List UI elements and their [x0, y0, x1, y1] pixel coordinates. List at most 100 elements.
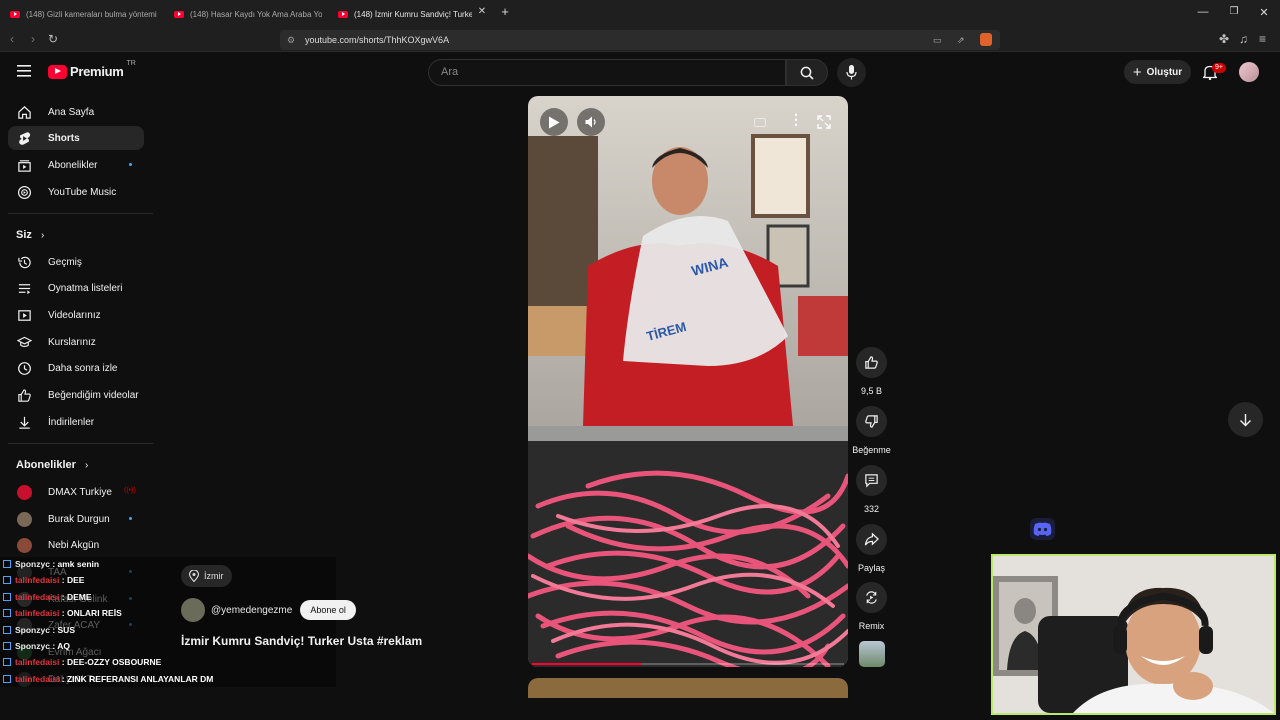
chat-message: talinfedaisi : DEE [3, 575, 84, 585]
extensions-icon[interactable]: ✤ [1219, 33, 1229, 45]
tab-title: (148) Gizli kameraları bulma yöntemi [26, 9, 157, 19]
next-short-button[interactable] [1228, 402, 1263, 437]
chat-platform-icon [3, 609, 11, 617]
minimize-icon[interactable]: — [1195, 6, 1211, 18]
sidebar-item-label: Daha sonra izle [48, 362, 118, 374]
remix-button[interactable] [856, 582, 887, 613]
cast-icon[interactable]: ▭ [933, 30, 942, 50]
short-channel-name[interactable]: @yemedengezme [211, 605, 292, 616]
comment-count: 332 [863, 504, 880, 514]
sidebar-item-label: YouTube Music [48, 186, 117, 198]
subscribe-button[interactable]: Abone ol [300, 600, 356, 620]
tab-title: (148) İzmir Kumru Sandviç! Turke [354, 9, 472, 19]
live-icon: ((•)) [124, 487, 136, 494]
menu-icon[interactable] [17, 65, 31, 80]
share-page-icon[interactable]: ⇗ [957, 30, 965, 50]
discord-icon [1030, 518, 1055, 540]
comments-action[interactable]: 332 [856, 465, 887, 514]
history-icon [8, 255, 48, 270]
sidebar-item-liked-videos[interactable]: Beğendiğim videolar [8, 383, 144, 407]
location-pin-icon [189, 570, 199, 582]
sidebar-item-subscriptions[interactable]: Abonelikler [8, 153, 144, 177]
sidebar-divider [8, 443, 153, 444]
youtube-logo-icon [48, 64, 67, 79]
sidebar-channel[interactable]: DMAX Turkiye ((•)) [8, 480, 144, 504]
chat-user: Sponzyc [15, 559, 50, 569]
browser-tab[interactable]: (148) Gizli kameraları bulma yöntemi [10, 4, 160, 24]
close-window-icon[interactable]: ✕ [1256, 6, 1272, 19]
search-input[interactable]: Ara [428, 59, 786, 86]
youtube-premium-logo[interactable]: Premium TR [48, 60, 136, 79]
close-tab-icon[interactable]: ✕ [474, 6, 490, 17]
dislike-action[interactable]: Beğenme [852, 406, 891, 455]
subscriptions-section-title[interactable]: Abonelikler › [16, 459, 88, 471]
address-toolbar: ‹ › ↻ ⚙ youtube.com/shorts/ThhKOXgwV6A ▭… [0, 28, 1280, 52]
more-options-icon[interactable]: ⋮ [789, 112, 803, 126]
reload-icon[interactable]: ↻ [48, 33, 58, 45]
music-icon [8, 185, 48, 200]
sidebar-item-label: Videolarınız [48, 309, 101, 321]
sidebar-item-watch-later[interactable]: Daha sonra izle [8, 356, 144, 380]
sidebar-item-courses[interactable]: Kurslarınız [8, 330, 144, 354]
share-action[interactable]: Paylaş [856, 524, 887, 573]
chat-message: Sponzyc : amk senin [3, 559, 99, 569]
browser-tab[interactable]: (148) Hasar Kaydı Yok Ama Araba Yok [174, 4, 322, 24]
captions-icon[interactable] [754, 118, 766, 127]
sidebar-item-home[interactable]: Ana Sayfa [8, 100, 144, 124]
account-avatar[interactable] [1239, 62, 1259, 82]
play-button[interactable] [540, 108, 568, 136]
chat-user: talinfedaisi [15, 608, 60, 618]
short-title[interactable]: İzmir Kumru Sandviç! Turker Usta #reklam [181, 634, 422, 648]
chat-user: talinfedaisi [15, 657, 60, 667]
download-icon [8, 415, 48, 430]
dislike-button[interactable] [856, 406, 887, 437]
back-icon[interactable]: ‹ [10, 33, 14, 45]
voice-search-button[interactable] [837, 58, 866, 87]
new-content-dot [129, 517, 132, 520]
sidebar-item-youtube-music[interactable]: YouTube Music [8, 180, 144, 204]
channel-avatar [17, 511, 32, 527]
fullscreen-icon[interactable] [817, 115, 831, 132]
media-icon[interactable]: ♫ [1239, 33, 1248, 45]
progress-track[interactable] [532, 663, 844, 665]
sidebar-item-label: Oynatma listeleri [48, 282, 123, 294]
sidebar-item-shorts[interactable]: Shorts [8, 126, 144, 150]
watch-later-icon [8, 361, 48, 376]
comments-button[interactable] [856, 465, 887, 496]
sidebar-item-your-videos[interactable]: Videolarınız [8, 303, 144, 327]
browser-tab-active[interactable]: (148) İzmir Kumru Sandviç! Turke [338, 4, 472, 24]
you-section-title[interactable]: Siz › [16, 229, 44, 241]
shorts-video-player[interactable]: WINA TİREM ⋮ [528, 96, 848, 667]
sidebar-item-playlists[interactable]: Oynatma listeleri [8, 276, 144, 300]
share-button[interactable] [856, 524, 887, 555]
site-info-icon[interactable]: ⚙ [287, 30, 295, 50]
brave-shield-icon[interactable] [980, 33, 992, 46]
create-button[interactable]: + Oluştur [1124, 60, 1191, 84]
share-label: Paylaş [857, 563, 885, 573]
short-channel-avatar[interactable] [181, 598, 205, 622]
location-chip[interactable]: İzmir [181, 565, 232, 587]
mute-button[interactable] [577, 108, 605, 136]
browser-menu-icon[interactable]: ≡ [1259, 33, 1266, 45]
forward-icon[interactable]: › [31, 33, 35, 45]
url-text: youtube.com/shorts/ThhKOXgwV6A [305, 35, 450, 45]
url-field[interactable]: ⚙ youtube.com/shorts/ThhKOXgwV6A ▭ ⇗ [280, 30, 1000, 50]
remix-action[interactable]: Remix [856, 582, 887, 631]
short-channel-row: @yemedengezme Abone ol [181, 598, 356, 622]
sidebar-divider [8, 213, 153, 214]
like-action[interactable]: 9,5 B [856, 347, 887, 396]
sidebar-channel[interactable]: Burak Durgun [8, 507, 144, 531]
maximize-icon[interactable]: ❐ [1226, 6, 1242, 17]
sidebar-item-downloads[interactable]: İndirilenler [8, 410, 144, 434]
subscriptions-section-label: Abonelikler [16, 459, 76, 471]
sidebar-item-history[interactable]: Geçmiş [8, 250, 144, 274]
chat-message: talinfedaisi : DEME [3, 592, 92, 602]
courses-icon [8, 335, 48, 350]
sound-thumbnail[interactable] [859, 641, 885, 667]
search-button[interactable] [786, 59, 828, 86]
channel-avatar [17, 537, 32, 553]
next-short-preview[interactable] [528, 678, 848, 698]
new-tab-icon[interactable]: + [497, 4, 513, 19]
like-button[interactable] [856, 347, 887, 378]
sidebar-channel[interactable]: Nebi Akgün [8, 533, 144, 557]
